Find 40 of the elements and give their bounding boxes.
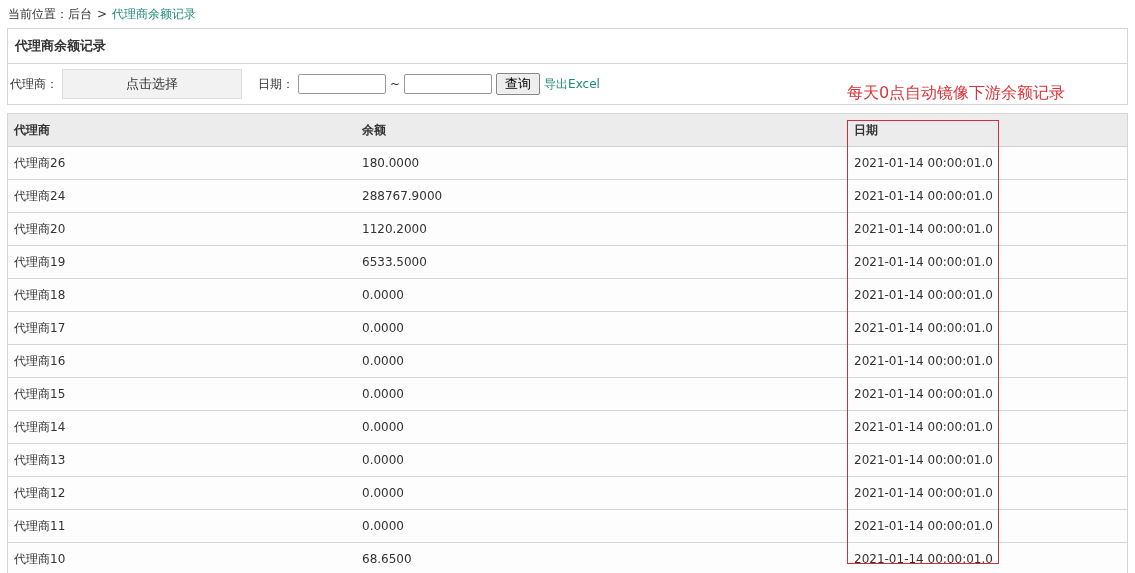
- table-cell: 0.0000: [356, 311, 848, 345]
- table-cell: 代理商15: [7, 377, 356, 411]
- table-cell: 代理商14: [7, 410, 356, 444]
- table-cell: 0.0000: [356, 410, 848, 444]
- table-cell: 288767.9000: [356, 179, 848, 213]
- table-cell: 0.0000: [356, 476, 848, 510]
- agent-select-button[interactable]: 点击选择: [62, 69, 242, 99]
- table-cell: 180.0000: [356, 146, 848, 180]
- table-cell: 代理商17: [7, 311, 356, 345]
- panel-title: 代理商余额记录: [8, 29, 1127, 64]
- table-cell: 代理商11: [7, 509, 356, 543]
- agent-label: 代理商：: [10, 75, 58, 93]
- query-button[interactable]: 查询: [496, 73, 541, 95]
- range-separator: ~: [390, 77, 401, 91]
- table-cell: 0.0000: [356, 377, 848, 411]
- table-cell: 代理商20: [7, 212, 356, 246]
- table-cell: 代理商16: [7, 344, 356, 378]
- column-header: 代理商: [7, 113, 356, 147]
- table-cell: 代理商26: [7, 146, 356, 180]
- table-cell: 0.0000: [356, 344, 848, 378]
- table-cell: 0.0000: [356, 509, 848, 543]
- breadcrumb-separator: >: [97, 7, 108, 21]
- breadcrumb-label: 当前位置：后台: [8, 5, 92, 23]
- table-cell: 代理商24: [7, 179, 356, 213]
- table-cell: 6533.5000: [356, 245, 848, 279]
- table-cell: 代理商13: [7, 443, 356, 477]
- table-cell: 1120.2000: [356, 212, 848, 246]
- column-header: 日期: [848, 113, 1128, 147]
- table-cell: 2021-01-14 00:00:01.0: [848, 542, 1128, 573]
- column-header: 余额: [356, 113, 848, 147]
- table-cell: 0.0000: [356, 443, 848, 477]
- table-cell: 代理商10: [7, 542, 356, 573]
- breadcrumb-current[interactable]: 代理商余额记录: [112, 5, 197, 23]
- table-cell: 0.0000: [356, 278, 848, 312]
- table-cell: 代理商12: [7, 476, 356, 510]
- annotation-text: 每天0点自动镜像下游余额记录: [847, 83, 1066, 104]
- table-cell: 代理商19: [7, 245, 356, 279]
- export-link[interactable]: 导出Excel: [544, 75, 600, 93]
- table-cell: 代理商18: [7, 278, 356, 312]
- date-label: 日期：: [258, 75, 294, 93]
